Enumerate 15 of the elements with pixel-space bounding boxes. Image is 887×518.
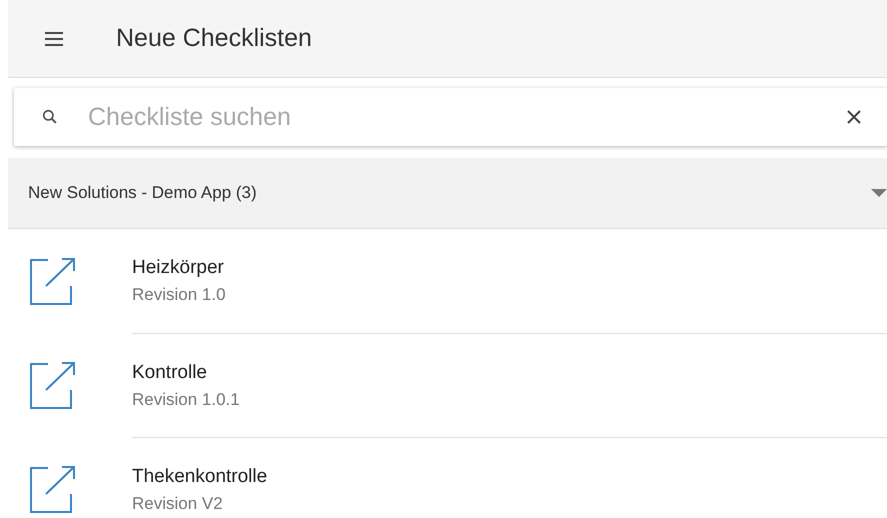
group-header[interactable]: New Solutions - Demo App (3) xyxy=(8,158,887,229)
toolbar-title: Neue Checklisten xyxy=(116,24,312,53)
item-title: Kontrolle xyxy=(132,362,208,384)
checklist-item[interactable]: Kontrolle Revision 1.0.1 xyxy=(8,333,887,437)
item-revision: Revision V2 xyxy=(132,494,224,514)
item-revision: Revision 1.0.1 xyxy=(132,390,241,410)
group-label: New Solutions - Demo App (3) xyxy=(28,183,257,203)
item-title: Heizkörper xyxy=(132,257,225,279)
item-title: Thekenkontrolle xyxy=(132,466,268,488)
close-icon xyxy=(845,108,863,126)
item-revision: Revision 1.0 xyxy=(132,285,227,305)
checklist-item[interactable]: Heizkörper Revision 1.0 xyxy=(8,229,887,333)
checklist-item[interactable]: Thekenkontrolle Revision V2 xyxy=(8,437,887,518)
search-field[interactable]: Checkliste suchen xyxy=(86,102,841,132)
dropdown-caret-icon xyxy=(871,188,887,198)
